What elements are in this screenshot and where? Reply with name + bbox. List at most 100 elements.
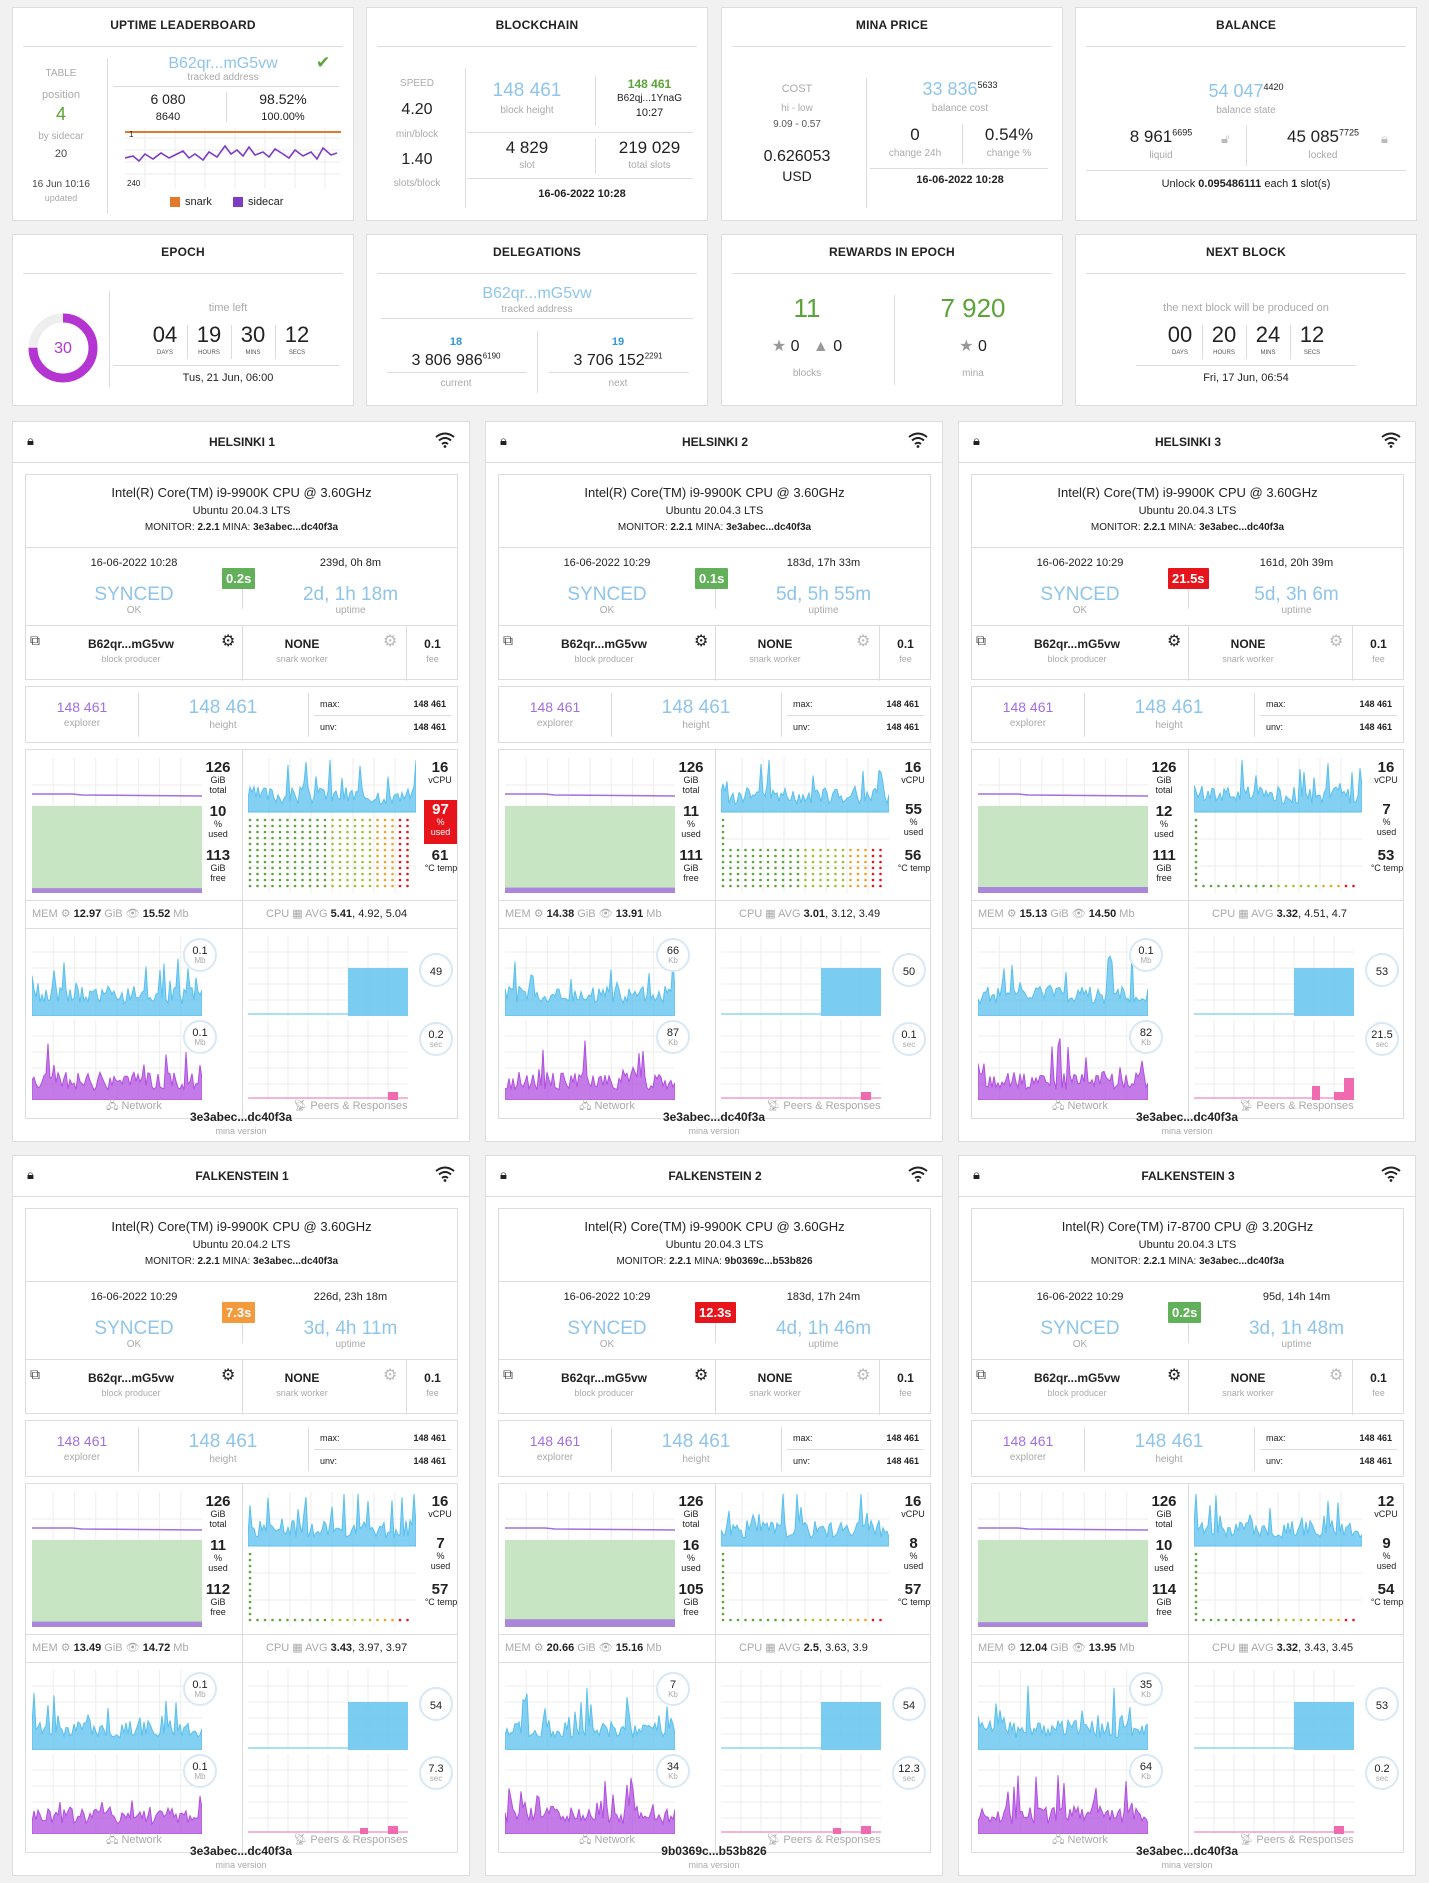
gear-icon[interactable]: ⚙ bbox=[383, 1367, 397, 1385]
block-producer[interactable]: B62qr...mG5vw bbox=[529, 1371, 679, 1385]
gear-icon[interactable]: ⚙ bbox=[383, 633, 397, 651]
cpu-used-box: 9 % used bbox=[1370, 1534, 1403, 1578]
copy-icon[interactable]: ⧉ bbox=[976, 632, 986, 648]
mem-total-label: total bbox=[209, 1519, 227, 1529]
nb-mins: 24 bbox=[1255, 322, 1281, 347]
node-height: 148 461 bbox=[661, 1431, 731, 1452]
explorer-height[interactable]: 148 461 bbox=[26, 1433, 138, 1449]
block-producer[interactable]: B62qr...mG5vw bbox=[56, 1371, 206, 1385]
next-block-countdown: 00 DAYS 20 HOURS 24 MINS 12 SECS bbox=[1158, 322, 1338, 363]
eye-icon: 👁︎ bbox=[598, 1642, 613, 1654]
speed-2-unit: slots/block bbox=[393, 178, 441, 189]
delegations-address[interactable]: B62qr...mG5vw bbox=[377, 285, 697, 303]
mem-stats: MEM ⚙ 20.66 GiB 👁︎ 15.16 Mb bbox=[505, 1642, 662, 1654]
cost-label: COST bbox=[781, 83, 813, 95]
rewards-mina-label: mina bbox=[962, 368, 984, 379]
cpu-chart bbox=[248, 1492, 416, 1627]
cpu-stats: CPU ▦ AVG 5.41, 4.92, 5.04 bbox=[266, 908, 408, 920]
snark-worker: NONE bbox=[1230, 1371, 1266, 1385]
gear-icon[interactable]: ⚙ bbox=[694, 633, 708, 651]
mina-version[interactable]: 3e3abec...dc40f3a bbox=[486, 1111, 942, 1124]
rewards-title: REWARDS IN EPOCH bbox=[829, 245, 955, 259]
mem-stats: MEM ⚙ 15.13 GiB 👁︎ 14.50 Mb bbox=[978, 908, 1135, 920]
snark-worker-label: snark worker bbox=[276, 654, 328, 664]
responses-bubble: 0.2 sec bbox=[1365, 1756, 1399, 1790]
explorer-height[interactable]: 148 461 bbox=[972, 1433, 1084, 1449]
mina-version[interactable]: 3e3abec...dc40f3a bbox=[959, 1111, 1415, 1124]
fee-label: fee bbox=[426, 1388, 439, 1398]
gear-icon[interactable]: ⚙ bbox=[856, 633, 870, 651]
gear-icon[interactable]: ⚙ bbox=[221, 633, 235, 651]
delegations-tracked-label: tracked address bbox=[501, 304, 573, 315]
mem-total-label: total bbox=[682, 1519, 700, 1529]
mina-version[interactable]: 3e3abec...dc40f3a bbox=[13, 1111, 469, 1124]
uptime-label: uptime bbox=[808, 605, 839, 616]
copy-icon[interactable]: ⧉ bbox=[30, 1366, 40, 1382]
tracked-address[interactable]: B62qr...mG5vw bbox=[113, 55, 333, 73]
server-uptime: 95d, 14h 14m bbox=[1262, 1291, 1331, 1303]
gear-icon[interactable]: ⚙ bbox=[1167, 633, 1181, 651]
block-producer[interactable]: B62qr...mG5vw bbox=[56, 637, 206, 651]
gear-icon[interactable]: ⚙ bbox=[694, 1367, 708, 1385]
latest-block-time: 10:27 bbox=[635, 107, 664, 119]
responses-chart bbox=[721, 1754, 921, 1834]
latest-block-height[interactable]: 148 461 bbox=[597, 77, 702, 91]
gear-icon[interactable]: ⚙ bbox=[1167, 1367, 1181, 1385]
cpu-used-box: 7 % used bbox=[424, 1534, 457, 1578]
node-info-box: Intel(R) Core(TM) i9-9900K CPU @ 3.60GHz… bbox=[498, 474, 931, 681]
copy-icon[interactable]: ⧉ bbox=[976, 1366, 986, 1382]
position-value: 4 bbox=[55, 104, 66, 124]
os-version: Ubuntu 20.04.3 LTS bbox=[665, 1239, 764, 1251]
check-icon: ✔ bbox=[316, 53, 331, 72]
by-sidecar-label: by sidecar bbox=[38, 131, 84, 142]
height-label: height bbox=[1155, 720, 1183, 731]
mina-version[interactable]: 3e3abec...dc40f3a bbox=[959, 1845, 1415, 1858]
height-label: height bbox=[682, 1454, 710, 1465]
explorer-height[interactable]: 148 461 bbox=[972, 699, 1084, 715]
next-delegation: 3 706 1522291 bbox=[573, 351, 663, 369]
memory-chart bbox=[505, 758, 675, 893]
gear-icon[interactable]: ⚙ bbox=[1329, 1367, 1343, 1385]
sync-ok: OK bbox=[599, 1339, 615, 1350]
gear-icon[interactable]: ⚙ bbox=[221, 1367, 235, 1385]
block-producer[interactable]: B62qr...mG5vw bbox=[1002, 637, 1152, 651]
node-card-3: 🔒︎ HELSINKI 3 Intel(R) Core(TM) i9-9900K… bbox=[958, 421, 1416, 1142]
mem-total-label: total bbox=[1155, 785, 1173, 795]
explorer-height[interactable]: 148 461 bbox=[26, 699, 138, 715]
uptime-label: uptime bbox=[1281, 1339, 1312, 1350]
next-label: next bbox=[608, 378, 628, 389]
node-date: 16-06-2022 10:29 bbox=[563, 557, 651, 569]
mina-price-card: MINA PRICE COST hi - low 9.09 - 0.57 0.6… bbox=[721, 7, 1063, 221]
mina-version[interactable]: 3e3abec...dc40f3a bbox=[13, 1845, 469, 1858]
copy-icon[interactable]: ⧉ bbox=[30, 632, 40, 648]
unlock-icon: 🔓︎ bbox=[1221, 131, 1230, 146]
nb-hours: 20 bbox=[1211, 322, 1237, 347]
net-out-bubble: 0.1 Mb bbox=[183, 1020, 217, 1054]
net-in-bubble: 0.1 Mb bbox=[1129, 938, 1163, 972]
legend-sidecar: sidecar bbox=[248, 196, 284, 208]
cpu-chart bbox=[248, 758, 416, 893]
wifi-icon bbox=[908, 1166, 928, 1182]
copy-icon[interactable]: ⧉ bbox=[503, 632, 513, 648]
unv-value: 148 461 bbox=[1359, 1456, 1392, 1466]
mina-version[interactable]: 9b0369c...b53b826 bbox=[486, 1845, 942, 1858]
gear-icon[interactable]: ⚙ bbox=[856, 1367, 870, 1385]
explorer-height[interactable]: 148 461 bbox=[499, 699, 611, 715]
cpu-temp-label: °C temp bbox=[897, 863, 931, 873]
sync-ok: OK bbox=[126, 1339, 142, 1350]
vcpu-label: vCPU bbox=[901, 775, 925, 785]
mem-used-label: used bbox=[681, 1563, 701, 1573]
cpu-model: Intel(R) Core(TM) i9-9900K CPU @ 3.60GHz bbox=[584, 1219, 845, 1234]
eye-icon: 👁︎ bbox=[1071, 908, 1086, 920]
hilo-value: 9.09 - 0.57 bbox=[773, 119, 821, 130]
snark-worker-label: snark worker bbox=[749, 1388, 801, 1398]
explorer-height[interactable]: 148 461 bbox=[499, 1433, 611, 1449]
copy-icon[interactable]: ⧉ bbox=[503, 1366, 513, 1382]
epoch-date: Tus, 21 Jun, 06:00 bbox=[182, 372, 274, 384]
cpu-used-box: 8 % used bbox=[897, 1534, 930, 1578]
cpu-used-label: used bbox=[430, 1561, 451, 1571]
block-producer[interactable]: B62qr...mG5vw bbox=[1002, 1371, 1152, 1385]
gear-icon[interactable]: ⚙ bbox=[1329, 633, 1343, 651]
block-producer[interactable]: B62qr...mG5vw bbox=[529, 637, 679, 651]
latest-block-hash[interactable]: B62qj...1YnaG bbox=[597, 93, 702, 104]
